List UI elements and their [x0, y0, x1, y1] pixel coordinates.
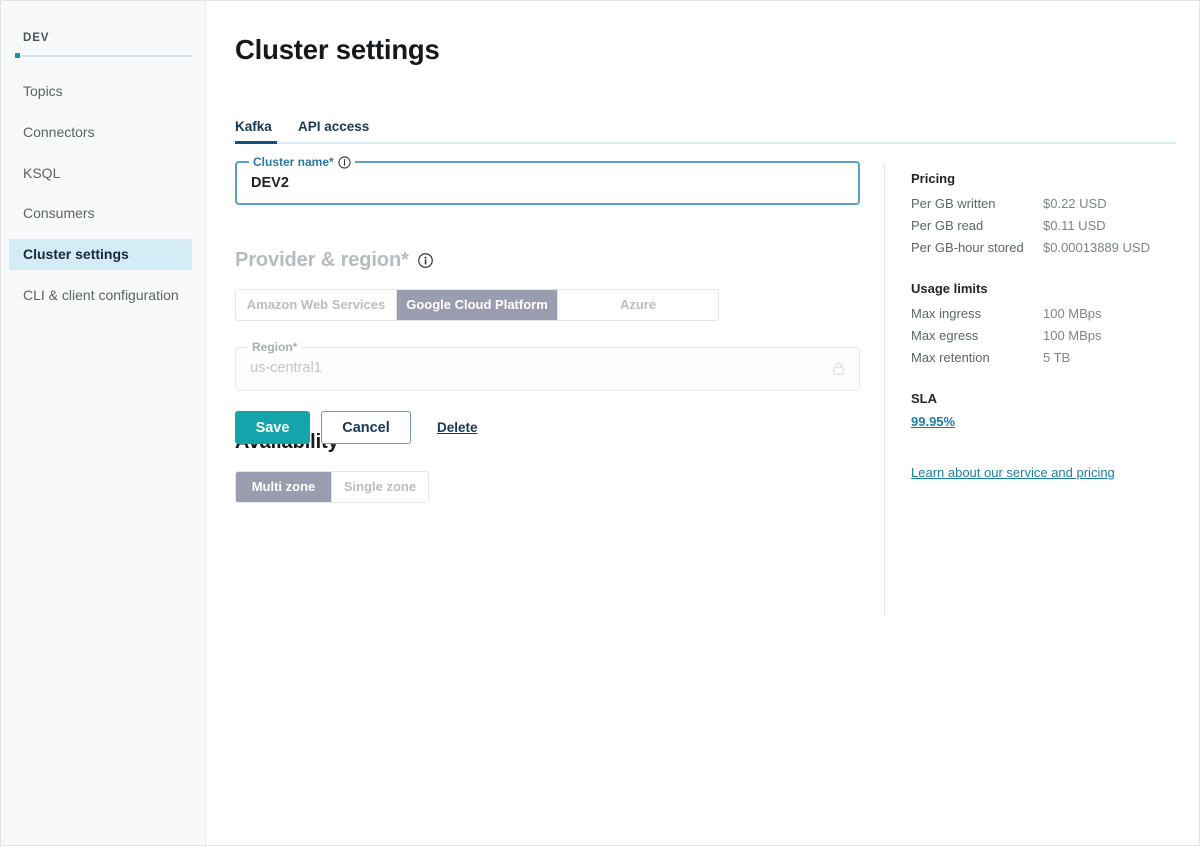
region-field[interactable]: Region* us-central1: [235, 340, 860, 391]
panel-row: Per GB-hour stored $0.00013889 USD: [911, 237, 1181, 259]
tab-api-access[interactable]: API access: [298, 119, 369, 134]
usage-limits-heading: Usage limits: [911, 281, 988, 296]
info-circle-icon: [417, 253, 433, 268]
panel-row-value: 100 MBps: [1043, 328, 1102, 343]
panel-row-value: $0.22 USD: [1043, 196, 1107, 211]
panel-row-key: Max egress: [911, 328, 979, 343]
sla-heading: SLA: [911, 391, 937, 406]
cluster-name-value: DEV2: [251, 175, 289, 191]
provider-option-google-cloud-platform[interactable]: Google Cloud Platform: [397, 290, 558, 320]
panel-row: Max egress 100 MBps: [911, 325, 1181, 347]
panel-row-key: Per GB written: [911, 196, 996, 211]
settings-form: Cluster name* DEV2 Provider & region* Am: [235, 155, 860, 503]
panel-row-value: 100 MBps: [1043, 306, 1102, 321]
sidebar-item-topics[interactable]: Topics: [9, 76, 192, 107]
availability-option-single-zone[interactable]: Single zone: [332, 472, 428, 502]
sidebar: DEV Topics Connectors KSQL Consumers Cluster…: [1, 1, 206, 845]
pricing-heading: Pricing: [911, 171, 956, 186]
save-button[interactable]: Save: [235, 411, 310, 444]
provider-region-heading: Provider & region*: [235, 249, 860, 272]
provider-option-amazon-web-services[interactable]: Amazon Web Services: [236, 290, 397, 320]
panel-row-value: $0.11 USD: [1043, 218, 1106, 233]
region-value: us-central1: [250, 360, 322, 376]
provider-region-heading-text: Provider & region*: [235, 249, 409, 271]
divider-line: [15, 55, 192, 57]
info-panel: Pricing Per GB written $0.22 USD Per GB re…: [911, 171, 1181, 431]
lock-icon: [833, 362, 844, 375]
panel-divider: [884, 163, 885, 616]
panel-row-value: $0.00013889 USD: [1043, 240, 1150, 255]
panel-row: Max ingress 100 MBps: [911, 303, 1181, 325]
panel-row: Max retention 5 TB: [911, 347, 1181, 369]
sidebar-item-cluster-settings[interactable]: Cluster settings: [9, 239, 192, 270]
tab-kafka[interactable]: Kafka: [235, 119, 272, 134]
learn-about-service-link[interactable]: Learn about our service and pricing: [911, 465, 1115, 480]
form-actions: Save Cancel Delete: [235, 411, 478, 444]
tab-bar: Kafka API access: [235, 119, 1176, 145]
panel-row-value: 5 TB: [1043, 350, 1071, 365]
delete-link[interactable]: Delete: [437, 420, 478, 435]
info-circle-icon: [338, 155, 351, 169]
panel-row-key: Max ingress: [911, 306, 982, 321]
sidebar-item-connectors[interactable]: Connectors: [9, 117, 192, 148]
sidebar-item-ksql[interactable]: KSQL: [9, 158, 192, 189]
tab-active-indicator: [235, 141, 277, 144]
environment-divider: [9, 51, 192, 62]
availability-option-multi-zone[interactable]: Multi zone: [236, 472, 332, 502]
availability-segmented-control[interactable]: Multi zone Single zone: [235, 471, 429, 503]
panel-row-key: Max retention: [911, 350, 990, 365]
cluster-settings-page: DEV Topics Connectors KSQL Consumers Cluster…: [0, 0, 1200, 846]
sla-value-link[interactable]: 99.95%: [911, 414, 955, 429]
environment-active-dot: [15, 53, 20, 58]
pricing-rows: Per GB written $0.22 USD Per GB read $0.11 …: [911, 193, 1181, 259]
panel-row: Per GB read $0.11 USD: [911, 215, 1181, 237]
page-title: Cluster settings: [235, 34, 440, 65]
usage-limits-rows: Max ingress 100 MBps Max egress 100 MBps Max…: [911, 303, 1181, 369]
environment-label: DEV: [23, 32, 50, 44]
panel-row: Per GB written $0.22 USD: [911, 193, 1181, 215]
panel-row-key: Per GB read: [911, 218, 984, 233]
tab-baseline: [235, 142, 1176, 144]
panel-row-key: Per GB-hour stored: [911, 240, 1024, 255]
main-content: Cluster settings Kafka API access Cluste…: [206, 1, 1199, 845]
cancel-button[interactable]: Cancel: [321, 411, 411, 444]
sidebar-item-consumers[interactable]: Consumers: [9, 198, 192, 229]
sidebar-item-cli-client-configuration[interactable]: CLI & client configuration: [9, 280, 192, 311]
cluster-name-field[interactable]: Cluster name* DEV2: [235, 155, 860, 205]
provider-option-azure[interactable]: Azure: [558, 290, 718, 320]
provider-segmented-control[interactable]: Amazon Web Services Google Cloud Platform…: [235, 289, 719, 321]
